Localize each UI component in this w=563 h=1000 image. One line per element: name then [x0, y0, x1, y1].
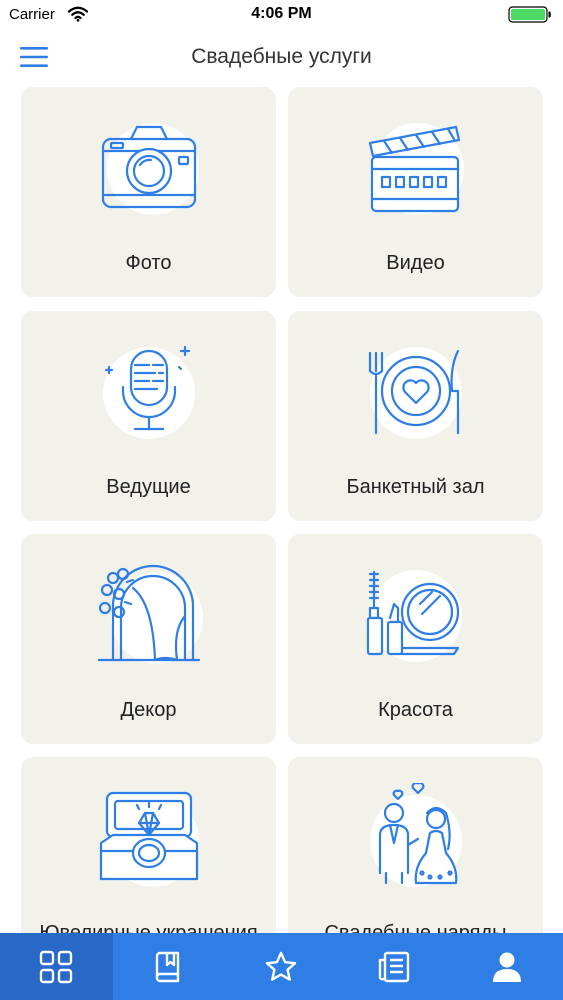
category-card-banquet-hall[interactable]: Банкетный зал — [288, 311, 543, 521]
category-label: Ведущие — [106, 476, 191, 498]
news-icon — [378, 951, 410, 982]
tab-favorites[interactable] — [225, 933, 338, 1000]
category-card-hosts[interactable]: Ведущие — [21, 311, 276, 521]
tab-categories[interactable] — [0, 933, 113, 1000]
category-card-photo[interactable]: Фото — [21, 87, 276, 297]
floral-arch-icon — [97, 564, 203, 664]
star-icon — [266, 951, 297, 981]
category-label: Ювелирные украшения — [39, 922, 258, 933]
navigation-bar: Свадебные услуги — [0, 30, 563, 84]
tab-guide[interactable] — [113, 933, 226, 1000]
microphone-icon — [103, 345, 195, 439]
category-card-beauty[interactable]: Красота — [288, 534, 543, 744]
page-title: Свадебные услуги — [191, 45, 372, 68]
clapperboard-icon — [368, 123, 464, 215]
grid-icon — [40, 950, 73, 983]
status-bar: Carrier 4:06 PM — [0, 0, 563, 30]
bookmark-book-icon — [155, 951, 180, 982]
plate-cutlery-icon — [368, 347, 462, 439]
couple-icon — [370, 783, 462, 887]
category-label: Красота — [378, 699, 453, 721]
makeup-icon — [366, 570, 462, 662]
ring-box-icon — [99, 791, 199, 887]
status-time: 4:06 PM — [251, 5, 312, 22]
category-label: Банкетный зал — [346, 476, 485, 498]
category-grid: Фото Видео Ведущие Банкетный зал Декор К… — [0, 87, 563, 933]
category-card-decor[interactable]: Декор — [21, 534, 276, 744]
tab-bar — [0, 933, 563, 1000]
category-label: Видео — [386, 252, 445, 274]
camera-icon — [101, 123, 199, 215]
user-icon — [492, 952, 521, 982]
category-label: Свадебные наряды — [324, 922, 507, 933]
tab-news[interactable] — [338, 933, 451, 1000]
category-card-jewelry[interactable]: Ювелирные украшения — [21, 757, 276, 933]
category-card-wedding-attire[interactable]: Свадебные наряды — [288, 757, 543, 933]
category-card-video[interactable]: Видео — [288, 87, 543, 297]
category-label: Декор — [120, 699, 177, 721]
battery-icon — [508, 6, 551, 23]
tab-profile[interactable] — [450, 933, 563, 1000]
category-label: Фото — [125, 252, 172, 274]
